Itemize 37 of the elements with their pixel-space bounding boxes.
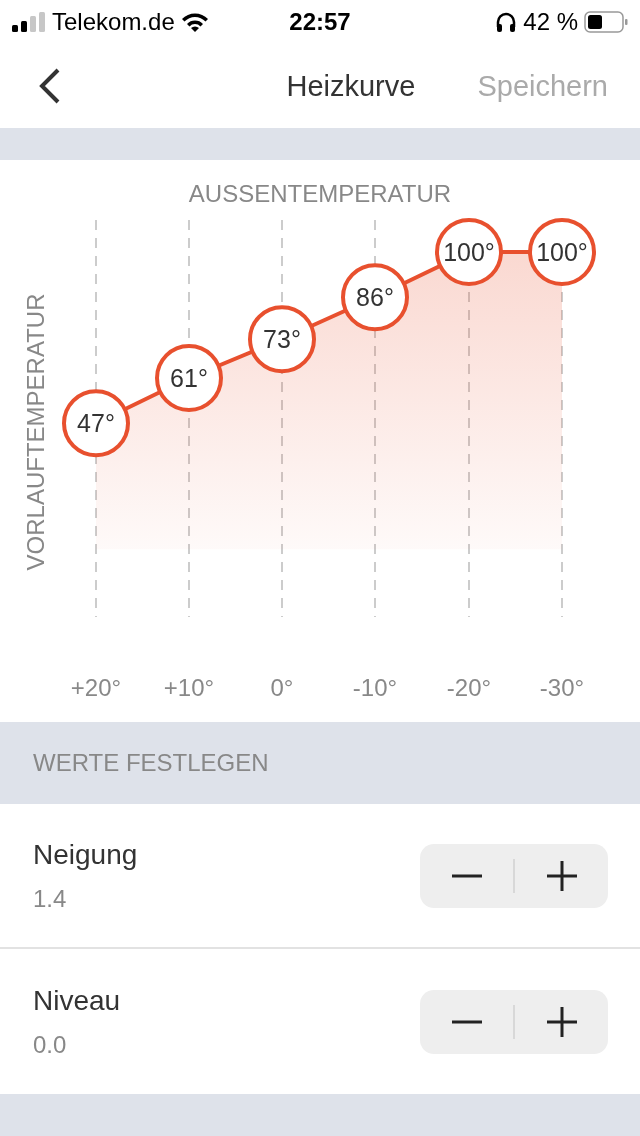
- setting-value: 1.4: [33, 884, 68, 913]
- headphones-icon: [495, 11, 518, 33]
- section-header: WERTE FESTLEGEN: [33, 749, 269, 777]
- data-point[interactable]: [62, 389, 130, 458]
- value-label: 61°: [170, 363, 208, 392]
- clock-time: 22:57: [289, 8, 351, 36]
- setting-label: Neigung: [33, 838, 138, 871]
- screen-title: Heizkurve: [286, 69, 416, 103]
- signal-icon: [12, 12, 46, 32]
- axis-label: VORLAUFTEMPERATUR: [22, 293, 49, 571]
- data-point[interactable]: [248, 305, 316, 374]
- minus-icon: [451, 1019, 482, 1024]
- plus-icon: [546, 1006, 577, 1037]
- axis-tick-label: -10°: [352, 674, 398, 701]
- plus-icon: [546, 860, 577, 891]
- value-label: 86°: [356, 283, 394, 312]
- axis-tick-label: +20°: [70, 674, 122, 701]
- chart-title: AUSSENTEMPERATUR: [188, 180, 452, 207]
- value-label: 73°: [263, 325, 301, 354]
- data-point[interactable]: [435, 218, 503, 286]
- value-label: 100°: [536, 238, 588, 266]
- data-point[interactable]: [341, 263, 409, 332]
- data-point[interactable]: [528, 218, 596, 286]
- battery-percentage: 42 %: [523, 8, 578, 36]
- setting-label: Niveau: [33, 984, 121, 1017]
- axis-tick-label: 0°: [270, 674, 294, 701]
- value-label: 47°: [77, 409, 115, 438]
- setting-value: 0.0: [33, 1030, 68, 1059]
- carrier-name: Telekom.de: [52, 8, 175, 36]
- axis-tick-label: -30°: [539, 674, 585, 701]
- value-label: 100°: [443, 238, 495, 266]
- axis-tick-label: -20°: [446, 674, 492, 701]
- axis-tick-label: +10°: [163, 674, 215, 701]
- minus-icon: [451, 873, 482, 878]
- battery-icon: [584, 11, 628, 33]
- data-point[interactable]: [155, 343, 223, 412]
- wifi-icon: [180, 12, 209, 32]
